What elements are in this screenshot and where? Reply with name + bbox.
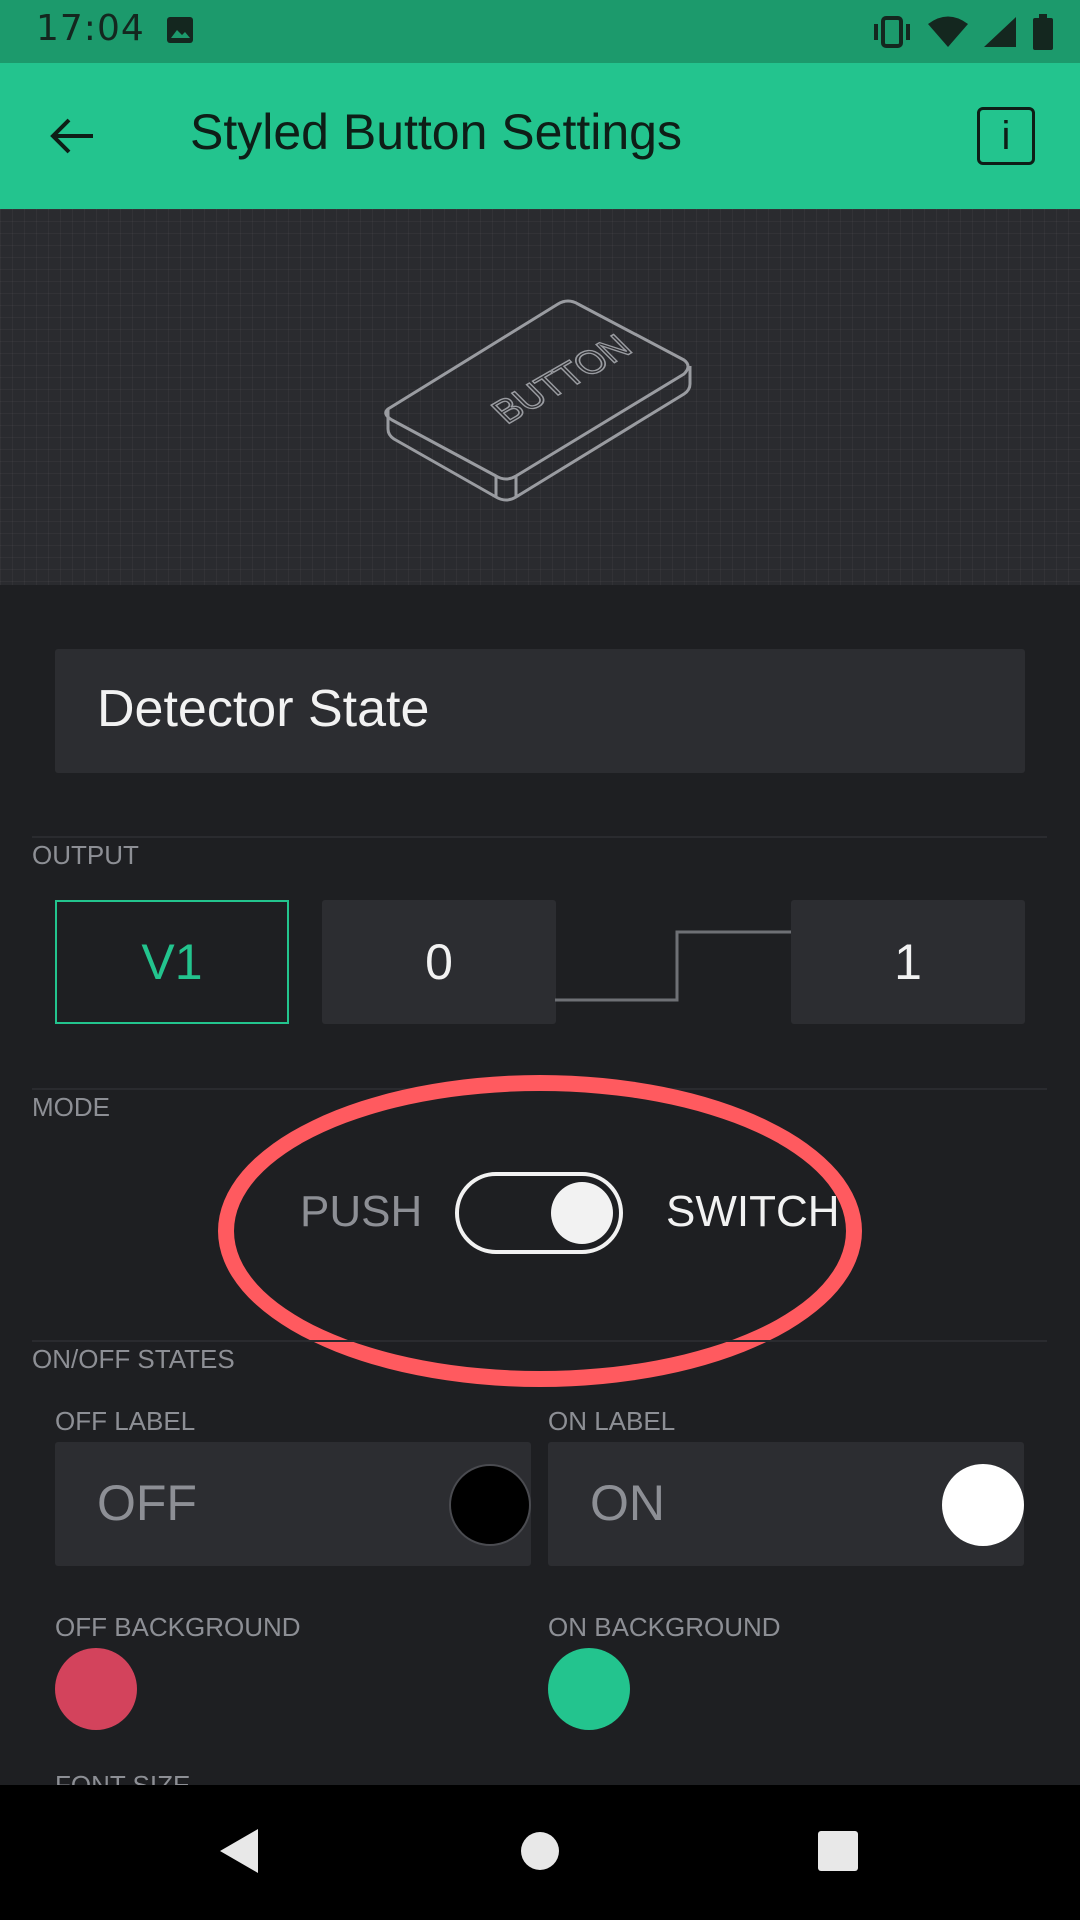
mode-section-label: MODE: [32, 1092, 110, 1122]
off-label-input[interactable]: OFF: [55, 1442, 531, 1566]
states-section-label: ON/OFF STATES: [32, 1344, 235, 1374]
vibrate-icon: [874, 16, 910, 48]
pulse-graph-icon: [555, 930, 791, 1002]
battery-icon: [1033, 14, 1053, 50]
status-time: 17:04: [36, 8, 145, 49]
on-label-title: ON LABEL: [548, 1406, 676, 1436]
widget-preview: BUTTON: [0, 209, 1080, 585]
off-label-value: OFF: [97, 1475, 197, 1531]
settings-content: Detector State OUTPUT V1 0 1 MODE PUSH S…: [0, 585, 1080, 1789]
info-button[interactable]: i: [977, 107, 1035, 165]
recents-square-icon[interactable]: [808, 1821, 868, 1881]
wifi-icon: [928, 16, 968, 47]
back-arrow-icon[interactable]: [45, 108, 101, 164]
image-icon: [167, 17, 193, 43]
divider: [32, 836, 1047, 838]
off-text-color-swatch[interactable]: [449, 1464, 531, 1546]
on-label-input[interactable]: ON: [548, 1442, 1024, 1566]
widget-name-input[interactable]: Detector State: [55, 649, 1025, 773]
output-section-label: OUTPUT: [32, 840, 139, 870]
off-background-title: OFF BACKGROUND: [55, 1612, 301, 1642]
status-bar: 17:04: [0, 0, 1080, 63]
output-high-value-input[interactable]: 1: [791, 900, 1025, 1024]
home-circle-icon[interactable]: [510, 1821, 570, 1881]
page-title: Styled Button Settings: [190, 104, 682, 160]
system-nav-bar: [0, 1785, 1080, 1920]
on-label-value: ON: [590, 1475, 665, 1531]
on-background-color-swatch[interactable]: [548, 1648, 630, 1730]
signal-icon: [984, 17, 1016, 47]
system-icons: [870, 12, 1054, 52]
widget-name-value: Detector State: [97, 680, 430, 738]
app-bar: Styled Button Settings i: [0, 63, 1080, 209]
on-text-color-swatch[interactable]: [942, 1464, 1024, 1546]
back-triangle-icon[interactable]: [210, 1821, 270, 1881]
off-label-title: OFF LABEL: [55, 1406, 196, 1436]
pin-selector[interactable]: V1: [55, 900, 289, 1024]
divider: [32, 1340, 1047, 1342]
output-low-value-input[interactable]: 0: [322, 900, 556, 1024]
button-widget-illustration: BUTTON: [384, 299, 692, 502]
on-background-title: ON BACKGROUND: [548, 1612, 781, 1642]
off-background-color-swatch[interactable]: [55, 1648, 137, 1730]
